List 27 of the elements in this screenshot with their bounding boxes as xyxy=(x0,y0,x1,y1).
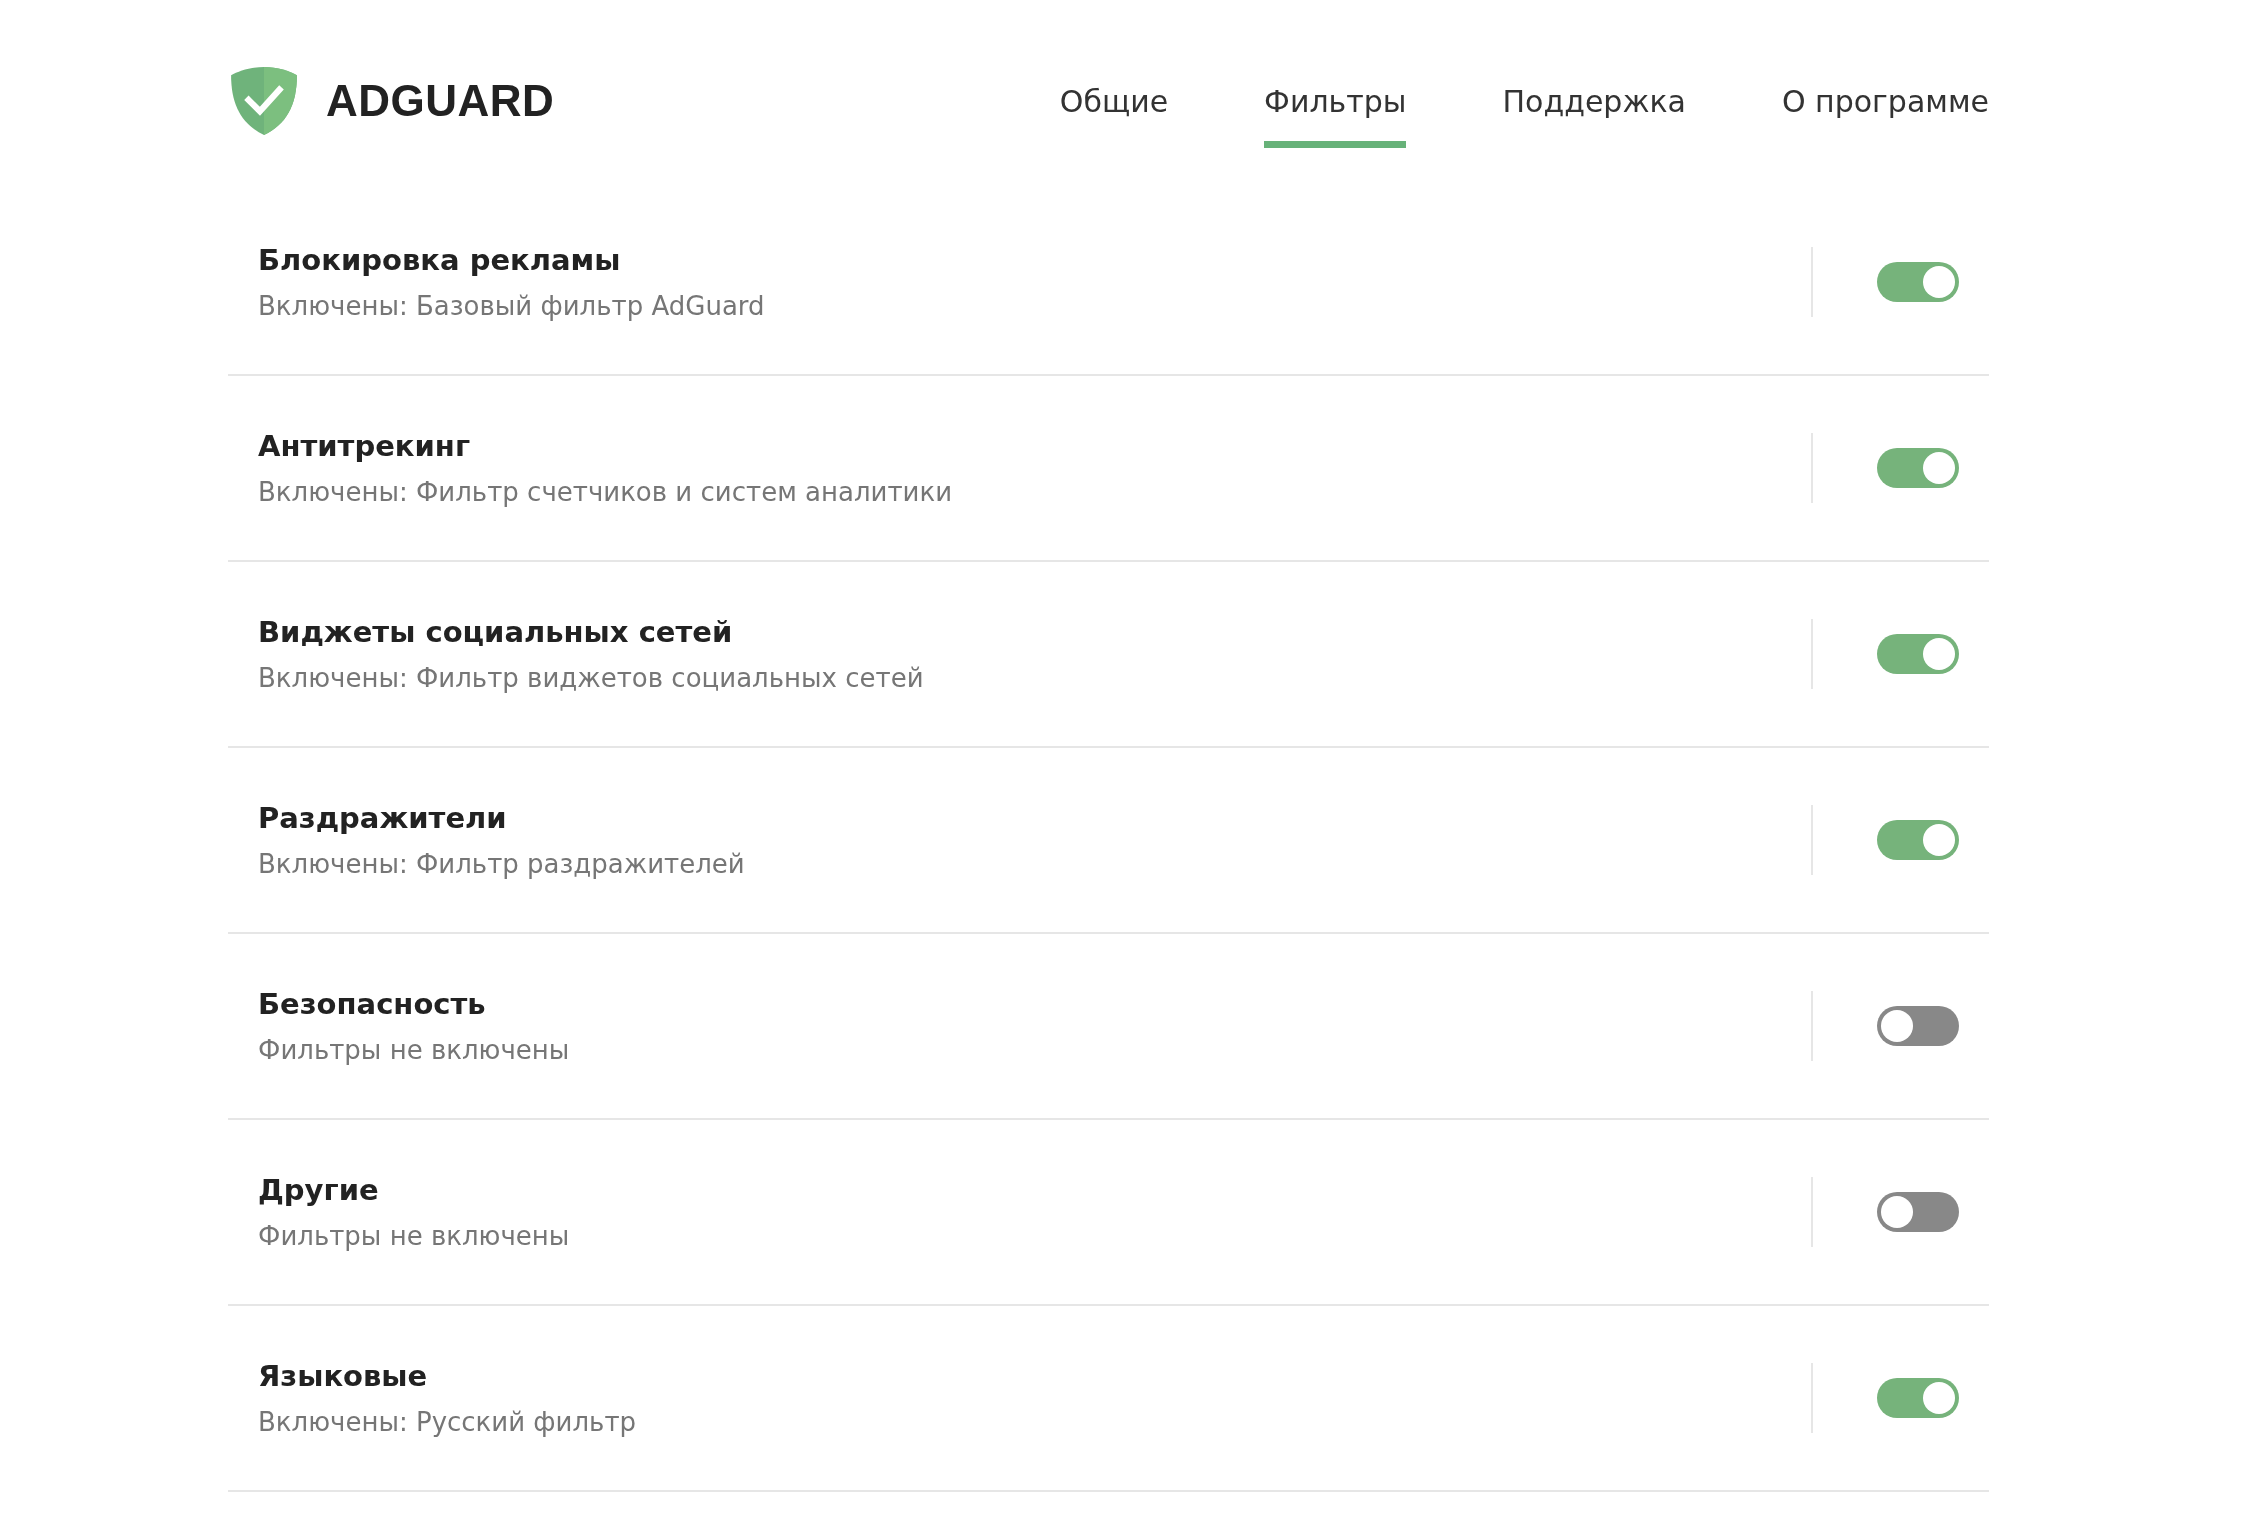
toggle-switch[interactable] xyxy=(1877,1006,1959,1046)
toggle-switch[interactable] xyxy=(1877,1378,1959,1418)
filter-group-title: Виджеты социальных сетей xyxy=(258,615,734,649)
filter-group-title: Безопасность xyxy=(258,987,487,1021)
filter-group-status: Фильтры не включены xyxy=(258,1035,571,1065)
toggle-switch[interactable] xyxy=(1877,634,1959,674)
filter-group-title: Блокировка рекламы xyxy=(258,243,622,277)
toggle-switch[interactable] xyxy=(1877,820,1959,860)
filter-group-status: Включены: Фильтр раздражителей xyxy=(258,849,746,879)
nav-tab[interactable]: Фильтры xyxy=(1264,83,1407,148)
filter-group-title: Раздражители xyxy=(258,801,508,835)
shield-check-icon xyxy=(228,65,300,137)
filter-group-status: Включены: Фильтр виджетов социальных сетей xyxy=(258,663,925,693)
filter-group-status: Включены: Базовый фильтр AdGuard xyxy=(258,291,766,321)
toggle-switch[interactable] xyxy=(1877,448,1959,488)
toggle-switch[interactable] xyxy=(1877,262,1959,302)
filter-group-title: Другие xyxy=(258,1173,380,1207)
filter-group-status: Включены: Фильтр счетчиков и систем аналитики xyxy=(258,477,954,507)
nav-tab[interactable]: О программе xyxy=(1781,83,1989,148)
filter-group-status: Включены: Русский фильтр xyxy=(258,1407,638,1437)
nav-tab[interactable]: Поддержка xyxy=(1502,83,1686,148)
logo-text: ADGUARD xyxy=(326,76,555,126)
filter-group-status: Фильтры не включены xyxy=(258,1221,571,1251)
toggle-switch[interactable] xyxy=(1877,1192,1959,1232)
nav-tab[interactable]: Общие xyxy=(1059,83,1169,148)
filter-group-title: Языковые xyxy=(258,1359,429,1393)
filter-group-title: Антитрекинг xyxy=(258,429,472,463)
